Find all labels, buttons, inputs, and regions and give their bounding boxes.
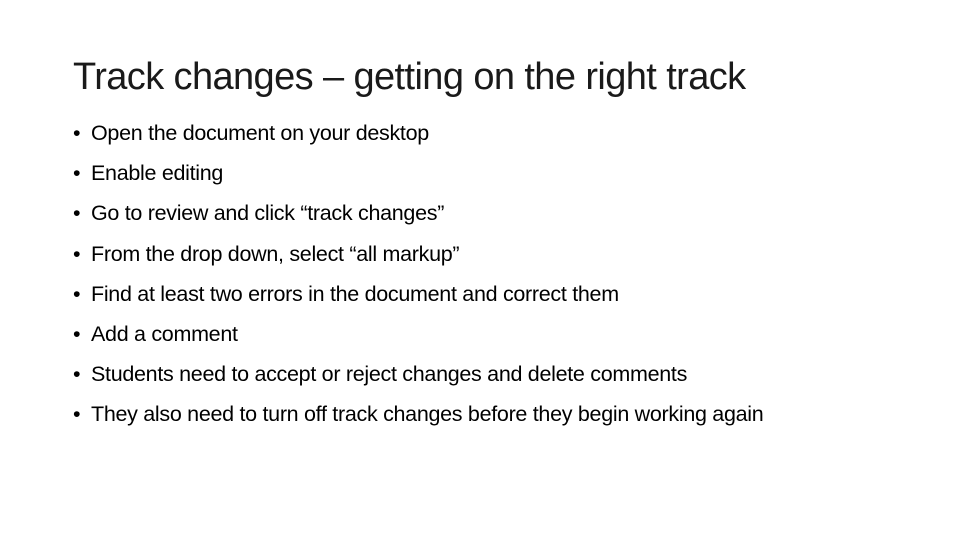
bullet-text: Students need to accept or reject change… — [91, 362, 688, 387]
bullet-list: • Open the document on your desktop • Enab… — [73, 118, 893, 440]
bullet-icon: • — [73, 201, 81, 226]
bullet-item: • Go to review and click “track changes” — [73, 198, 893, 228]
bullet-item: • Find at least two errors in the documen… — [73, 279, 893, 309]
bullet-item: • Students need to accept or reject chang… — [73, 359, 893, 389]
bullet-icon: • — [73, 402, 81, 427]
bullet-item: • Enable editing — [73, 158, 893, 188]
bullet-text: Open the document on your desktop — [91, 121, 429, 145]
bullet-text: Find at least two errors in the document… — [91, 281, 619, 306]
bullet-item: • From the drop down, select “all markup” — [73, 239, 893, 269]
bullet-item: • Open the document on your desktop — [73, 118, 893, 148]
bullet-icon: • — [73, 281, 81, 306]
bullet-icon: • — [73, 121, 81, 145]
bullet-icon: • — [73, 321, 81, 346]
bullet-item: • They also need to turn off track change… — [73, 399, 893, 429]
bullet-icon: • — [73, 161, 81, 186]
bullet-icon: • — [73, 362, 81, 387]
bullet-text: They also need to turn off track changes… — [91, 402, 764, 427]
bullet-text: Go to review and click “track changes” — [91, 201, 445, 226]
bullet-text: From the drop down, select “all markup” — [91, 241, 460, 266]
bullet-icon: • — [73, 241, 81, 266]
bullet-text: Add a comment — [91, 321, 238, 346]
bullet-text: Enable editing — [91, 161, 224, 186]
slide: Track changes – getting on the right tra… — [0, 0, 960, 540]
bullet-item: • Add a comment — [73, 319, 893, 349]
slide-title: Track changes – getting on the right tra… — [73, 56, 746, 98]
